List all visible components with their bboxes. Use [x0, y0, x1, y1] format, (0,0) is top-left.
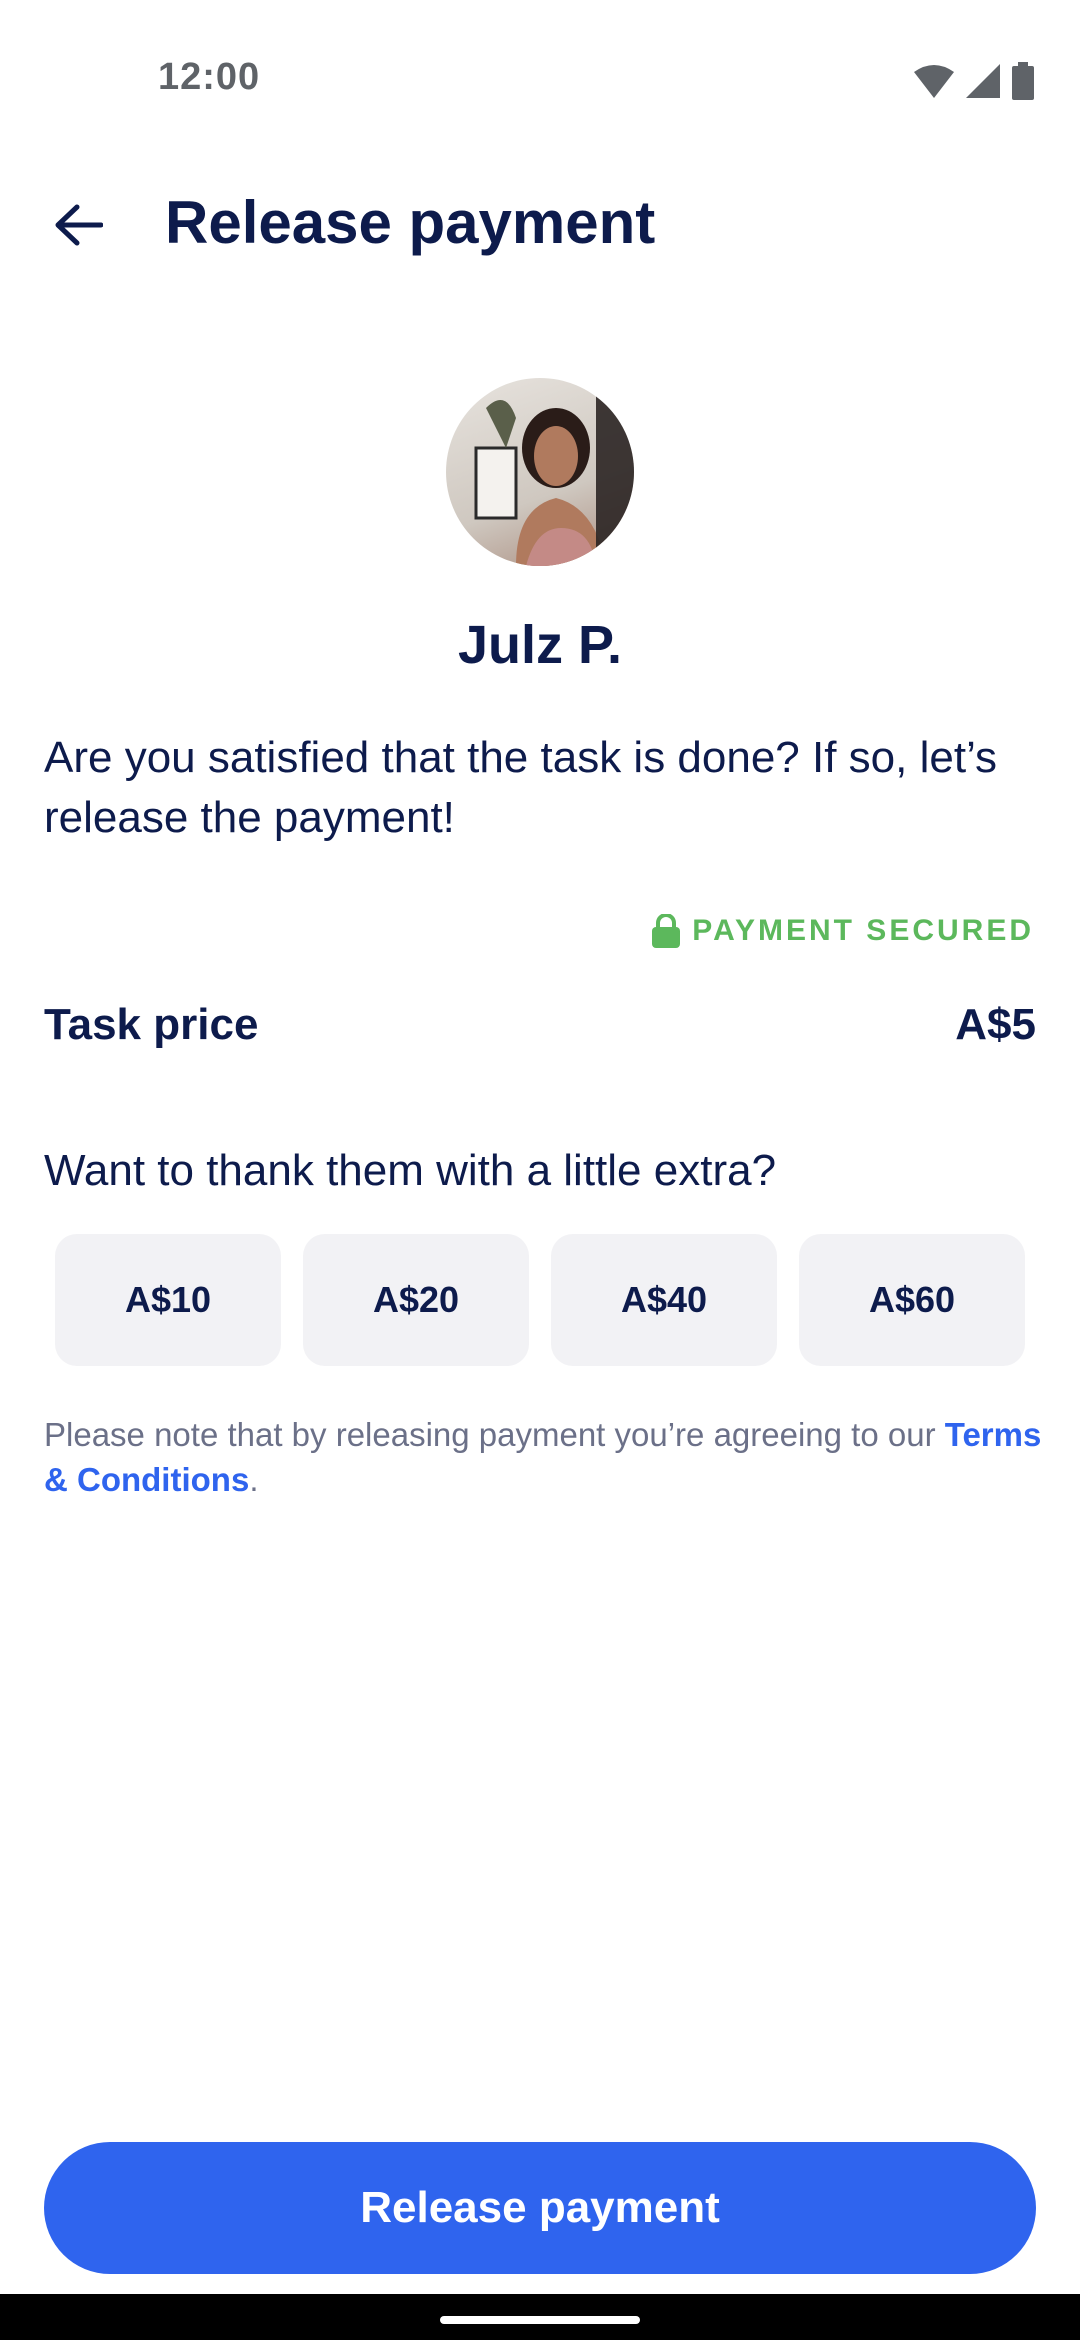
tip-options: A$10 A$20 A$40 A$60: [55, 1234, 1025, 1366]
page-title: Release payment: [165, 189, 656, 256]
app-bar: Release payment: [0, 170, 1080, 280]
release-payment-button[interactable]: Release payment: [44, 2142, 1036, 2274]
tip-option-10[interactable]: A$10: [55, 1234, 281, 1366]
terms-note-text: Please note that by releasing payment yo…: [44, 1416, 945, 1453]
task-price-row: Task price A$5: [44, 1000, 1036, 1060]
task-price-label: Task price: [44, 1000, 259, 1049]
tip-prompt: Want to thank them with a little extra?: [44, 1146, 777, 1195]
release-payment-screen: 12:00 Release payment Julz P. Are you sa…: [0, 0, 1080, 2340]
payment-secured-label: PAYMENT SECURED: [692, 914, 1034, 947]
back-button[interactable]: [38, 190, 118, 260]
status-time: 12:00: [158, 56, 261, 98]
payment-secured-badge: PAYMENT SECURED: [652, 914, 1034, 948]
battery-icon: [1012, 62, 1034, 100]
task-price-value: A$5: [955, 1000, 1036, 1049]
tip-option-40[interactable]: A$40: [551, 1234, 777, 1366]
tip-option-60[interactable]: A$60: [799, 1234, 1025, 1366]
arrow-left-icon: [55, 204, 103, 246]
status-bar: 12:00: [0, 0, 1080, 160]
satisfaction-prompt: Are you satisfied that the task is done?…: [44, 733, 998, 842]
navigation-bar: [0, 2294, 1080, 2340]
wifi-icon: [914, 65, 954, 98]
user-name: Julz P.: [457, 615, 623, 675]
lock-icon: [652, 914, 681, 948]
terms-note: Please note that by releasing payment yo…: [44, 1412, 1044, 1502]
avatar: [446, 378, 634, 566]
home-indicator[interactable]: [440, 2316, 640, 2324]
terms-note-suffix: .: [249, 1461, 259, 1498]
tip-option-20[interactable]: A$20: [303, 1234, 529, 1366]
cellular-signal-icon: [966, 64, 1000, 98]
status-icons: [914, 62, 1034, 100]
